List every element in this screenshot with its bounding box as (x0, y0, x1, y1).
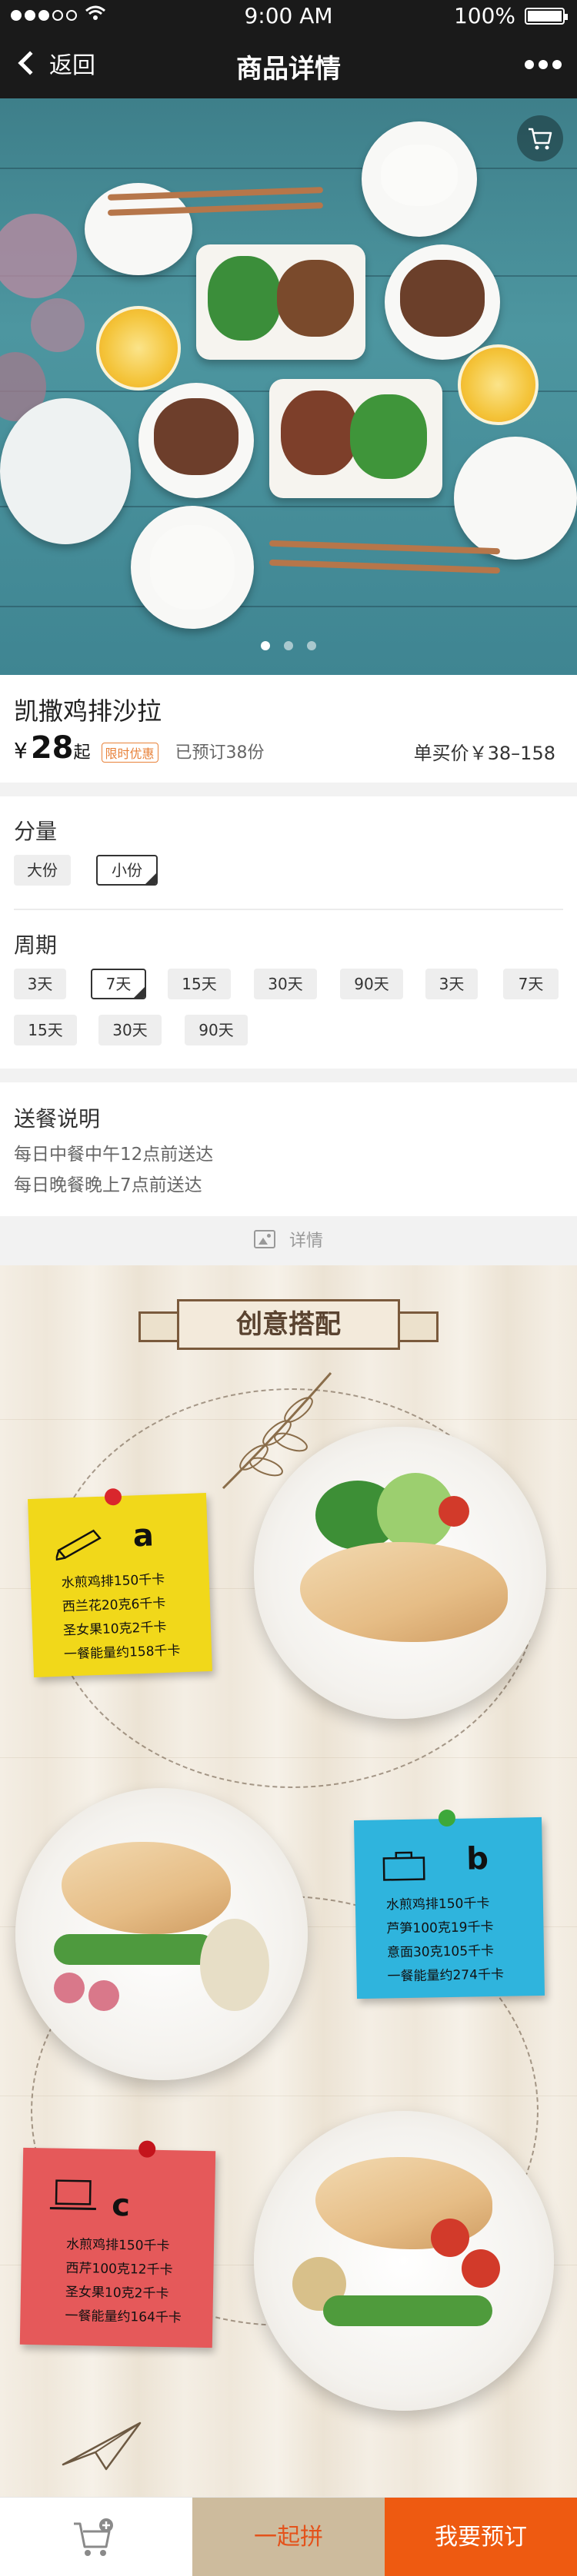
product-hero-image[interactable] (0, 98, 577, 675)
price-value: 28 (30, 730, 74, 766)
note-letter: b (465, 1841, 489, 1877)
dish-image-c (254, 2111, 554, 2411)
tab-detail[interactable]: 详情 (0, 1216, 577, 1265)
unit-price: 单买价￥38–158 (413, 743, 555, 764)
battery-percent: 100% (453, 3, 515, 28)
note-line: 西芹100克12千卡 (65, 2260, 173, 2279)
poster-banner: 创意搭配 (177, 1299, 400, 1350)
price-symbol: ¥ (14, 738, 28, 763)
note-line: 圣女果10克2千卡 (65, 2284, 169, 2302)
carousel-dot[interactable] (261, 641, 270, 650)
cycle-option[interactable]: 90天 (185, 1015, 248, 1045)
image-icon (253, 1230, 275, 1248)
book-now-button[interactable]: 我要预订 (385, 2498, 577, 2576)
product-info: 凯撒鸡排沙拉 ¥ 28 起 限时优惠 已预订38份 单买价￥38–158 (0, 675, 577, 783)
delivery-line: 每日晚餐晚上7点前送达 (14, 1175, 202, 1195)
product-name: 凯撒鸡排沙拉 (14, 696, 162, 726)
page: 9:00 AM 100% 返回 商品详情 凯撒鸡排沙拉 ¥ 28 起 限时优惠 … (0, 0, 577, 2576)
recipe-note-c: c 水煎鸡排150千卡 西芹100克12千卡 圣女果10克2千卡 一餐能量约16… (19, 2140, 216, 2348)
cycle-option[interactable]: 15天 (14, 1015, 77, 1045)
note-line: 水煎鸡排150千卡 (385, 1896, 490, 1913)
cycle-option-selected[interactable]: 7天 (91, 969, 146, 999)
cycle-option[interactable]: 3天 (14, 969, 66, 999)
pen-icon (55, 1529, 102, 1561)
cycle-option[interactable]: 30天 (98, 1015, 162, 1045)
cycle-label: 周期 (14, 932, 58, 958)
note-line: 意面30克105千卡 (386, 1943, 495, 1961)
dish-image-b (15, 1788, 308, 2080)
delivery-info: 送餐说明 每日中餐中午12点前送达 每日晚餐晚上7点前送达 (0, 1082, 577, 1216)
promo-badge: 限时优惠 (101, 743, 158, 763)
portion-label: 分量 (14, 819, 58, 844)
note-line: 一餐能量约164千卡 (65, 2308, 182, 2326)
nav-bar: 返回 商品详情 (0, 31, 577, 98)
note-line: 芦笋100克19千卡 (386, 1920, 494, 1937)
price-suffix: 起 (73, 743, 91, 763)
note-line: 水煎鸡排150千卡 (65, 2236, 170, 2255)
battery-icon (525, 8, 568, 25)
pushpin-icon (438, 1809, 456, 1827)
note-letter: c (111, 2187, 131, 2224)
briefcase-icon (382, 1851, 425, 1881)
pushpin-icon (104, 1487, 122, 1506)
carousel-dot[interactable] (284, 641, 293, 650)
portion-option-selected[interactable]: 小份 (96, 855, 158, 886)
detail-poster: 创意搭配 a 水煎鸡排150千卡 西兰花20克6千卡 圣女果10克2千卡 一餐能… (0, 1265, 577, 2497)
note-line: 一餐能量约158千卡 (63, 1643, 181, 1663)
cycle-option[interactable]: 7天 (503, 969, 559, 999)
page-title: 商品详情 (236, 54, 341, 85)
carousel-indicator (0, 641, 577, 650)
cycle-option[interactable]: 90天 (340, 969, 403, 999)
price-row: ¥ 28 起 限时优惠 已预订38份 (14, 730, 265, 766)
carousel-dot[interactable] (307, 641, 316, 650)
group-buy-button[interactable]: 一起拼 (192, 2498, 385, 2576)
options-panel: 分量 大份 小份 周期 3天 7天 15天 30天 90天 3天 7天 15天 … (0, 796, 577, 1069)
cycle-option[interactable]: 3天 (425, 969, 478, 999)
cycle-option[interactable]: 30天 (254, 969, 317, 999)
delivery-title: 送餐说明 (14, 1106, 101, 1132)
dish-image-a (254, 1427, 546, 1719)
laptop-icon (49, 2179, 96, 2211)
cycle-option[interactable]: 15天 (168, 969, 231, 999)
recipe-note-b: b 水煎鸡排150千卡 芦笋100克19千卡 意面30克105千卡 一餐能量约2… (353, 1809, 545, 1999)
cart-add-icon (74, 2518, 113, 2556)
hero-cart-button[interactable] (517, 115, 563, 161)
more-dots-icon (525, 60, 534, 69)
status-bar: 9:00 AM 100% (0, 0, 577, 31)
delivery-line: 每日中餐中午12点前送达 (14, 1145, 214, 1165)
more-button[interactable] (525, 60, 562, 69)
cart-icon (529, 128, 552, 150)
note-letter: a (132, 1517, 155, 1554)
add-to-cart-button[interactable] (0, 2498, 192, 2576)
pushpin-icon (138, 2140, 156, 2158)
bottom-action-bar: 一起拼 我要预订 (0, 2497, 577, 2576)
portion-option[interactable]: 大份 (14, 855, 71, 886)
detail-label: 详情 (288, 1231, 323, 1251)
note-line: 一餐能量约274千卡 (387, 1966, 505, 1985)
paper-plane-icon (62, 2421, 142, 2471)
booked-count: 已预订38份 (175, 743, 265, 763)
recipe-note-a: a 水煎鸡排150千卡 西兰花20克6千卡 圣女果10克2千卡 一餐能量约158… (28, 1487, 212, 1677)
